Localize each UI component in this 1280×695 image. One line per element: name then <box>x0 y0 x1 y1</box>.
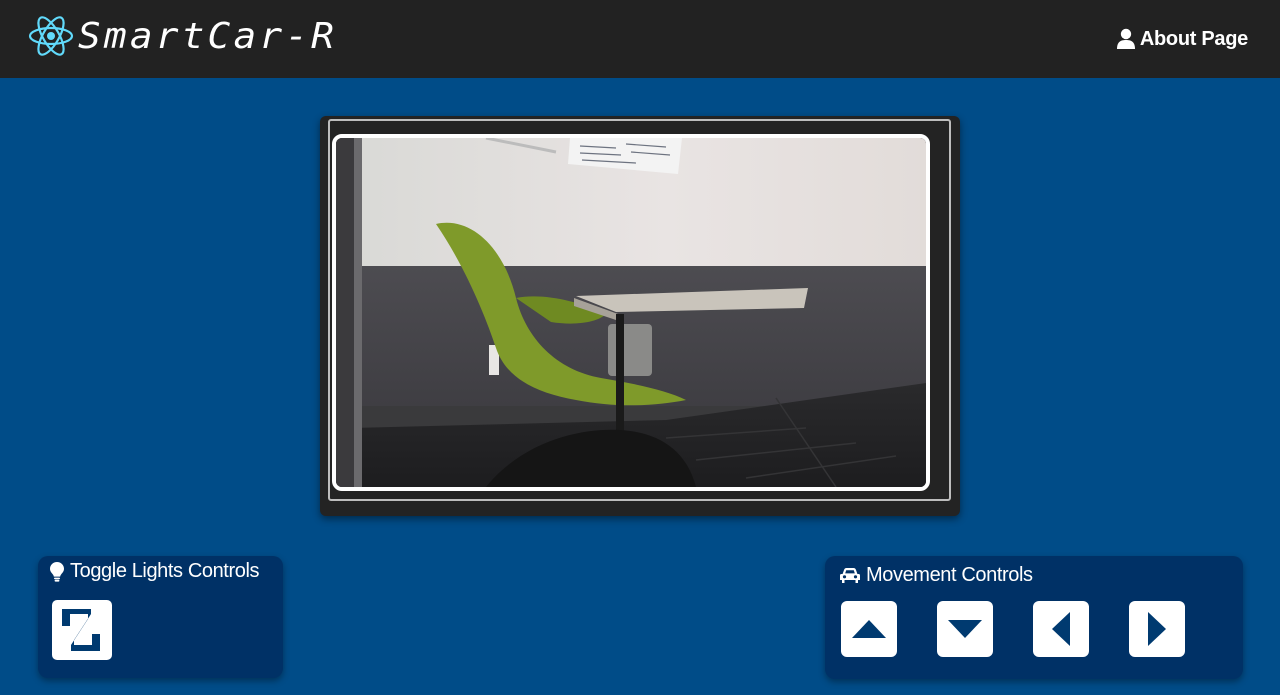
camera-feed-image <box>332 134 930 491</box>
lights-controls-title: Toggle Lights Controls <box>50 560 259 583</box>
about-page-link[interactable]: About Page <box>1116 24 1248 54</box>
movement-controls-label: Movement Controls <box>866 564 1033 586</box>
move-forward-button[interactable] <box>841 601 897 657</box>
brand-title: SmartCar-R <box>78 15 338 57</box>
movement-controls-title: Movement Controls <box>840 564 1033 587</box>
car-icon <box>840 567 860 584</box>
atom-icon <box>28 16 74 56</box>
navbar: SmartCar-R About Page <box>0 0 1280 78</box>
z-logo-icon <box>62 609 100 651</box>
video-frame <box>320 116 960 516</box>
caret-up-icon <box>852 620 886 638</box>
caret-left-icon <box>1052 612 1070 646</box>
brand[interactable]: SmartCar-R <box>28 14 334 58</box>
turn-right-button[interactable] <box>1129 601 1185 657</box>
turn-left-button[interactable] <box>1033 601 1089 657</box>
about-page-label: About Page <box>1139 27 1248 50</box>
movement-controls-panel: Movement Controls <box>825 556 1243 679</box>
lightbulb-icon <box>50 561 64 582</box>
lights-controls-panel: Toggle Lights Controls <box>38 556 283 678</box>
toggle-lights-button[interactable] <box>52 600 112 660</box>
lights-controls-label: Toggle Lights Controls <box>70 560 260 582</box>
move-backward-button[interactable] <box>937 601 993 657</box>
user-icon <box>1116 28 1135 49</box>
caret-right-icon <box>1148 612 1166 646</box>
caret-down-icon <box>948 620 982 638</box>
